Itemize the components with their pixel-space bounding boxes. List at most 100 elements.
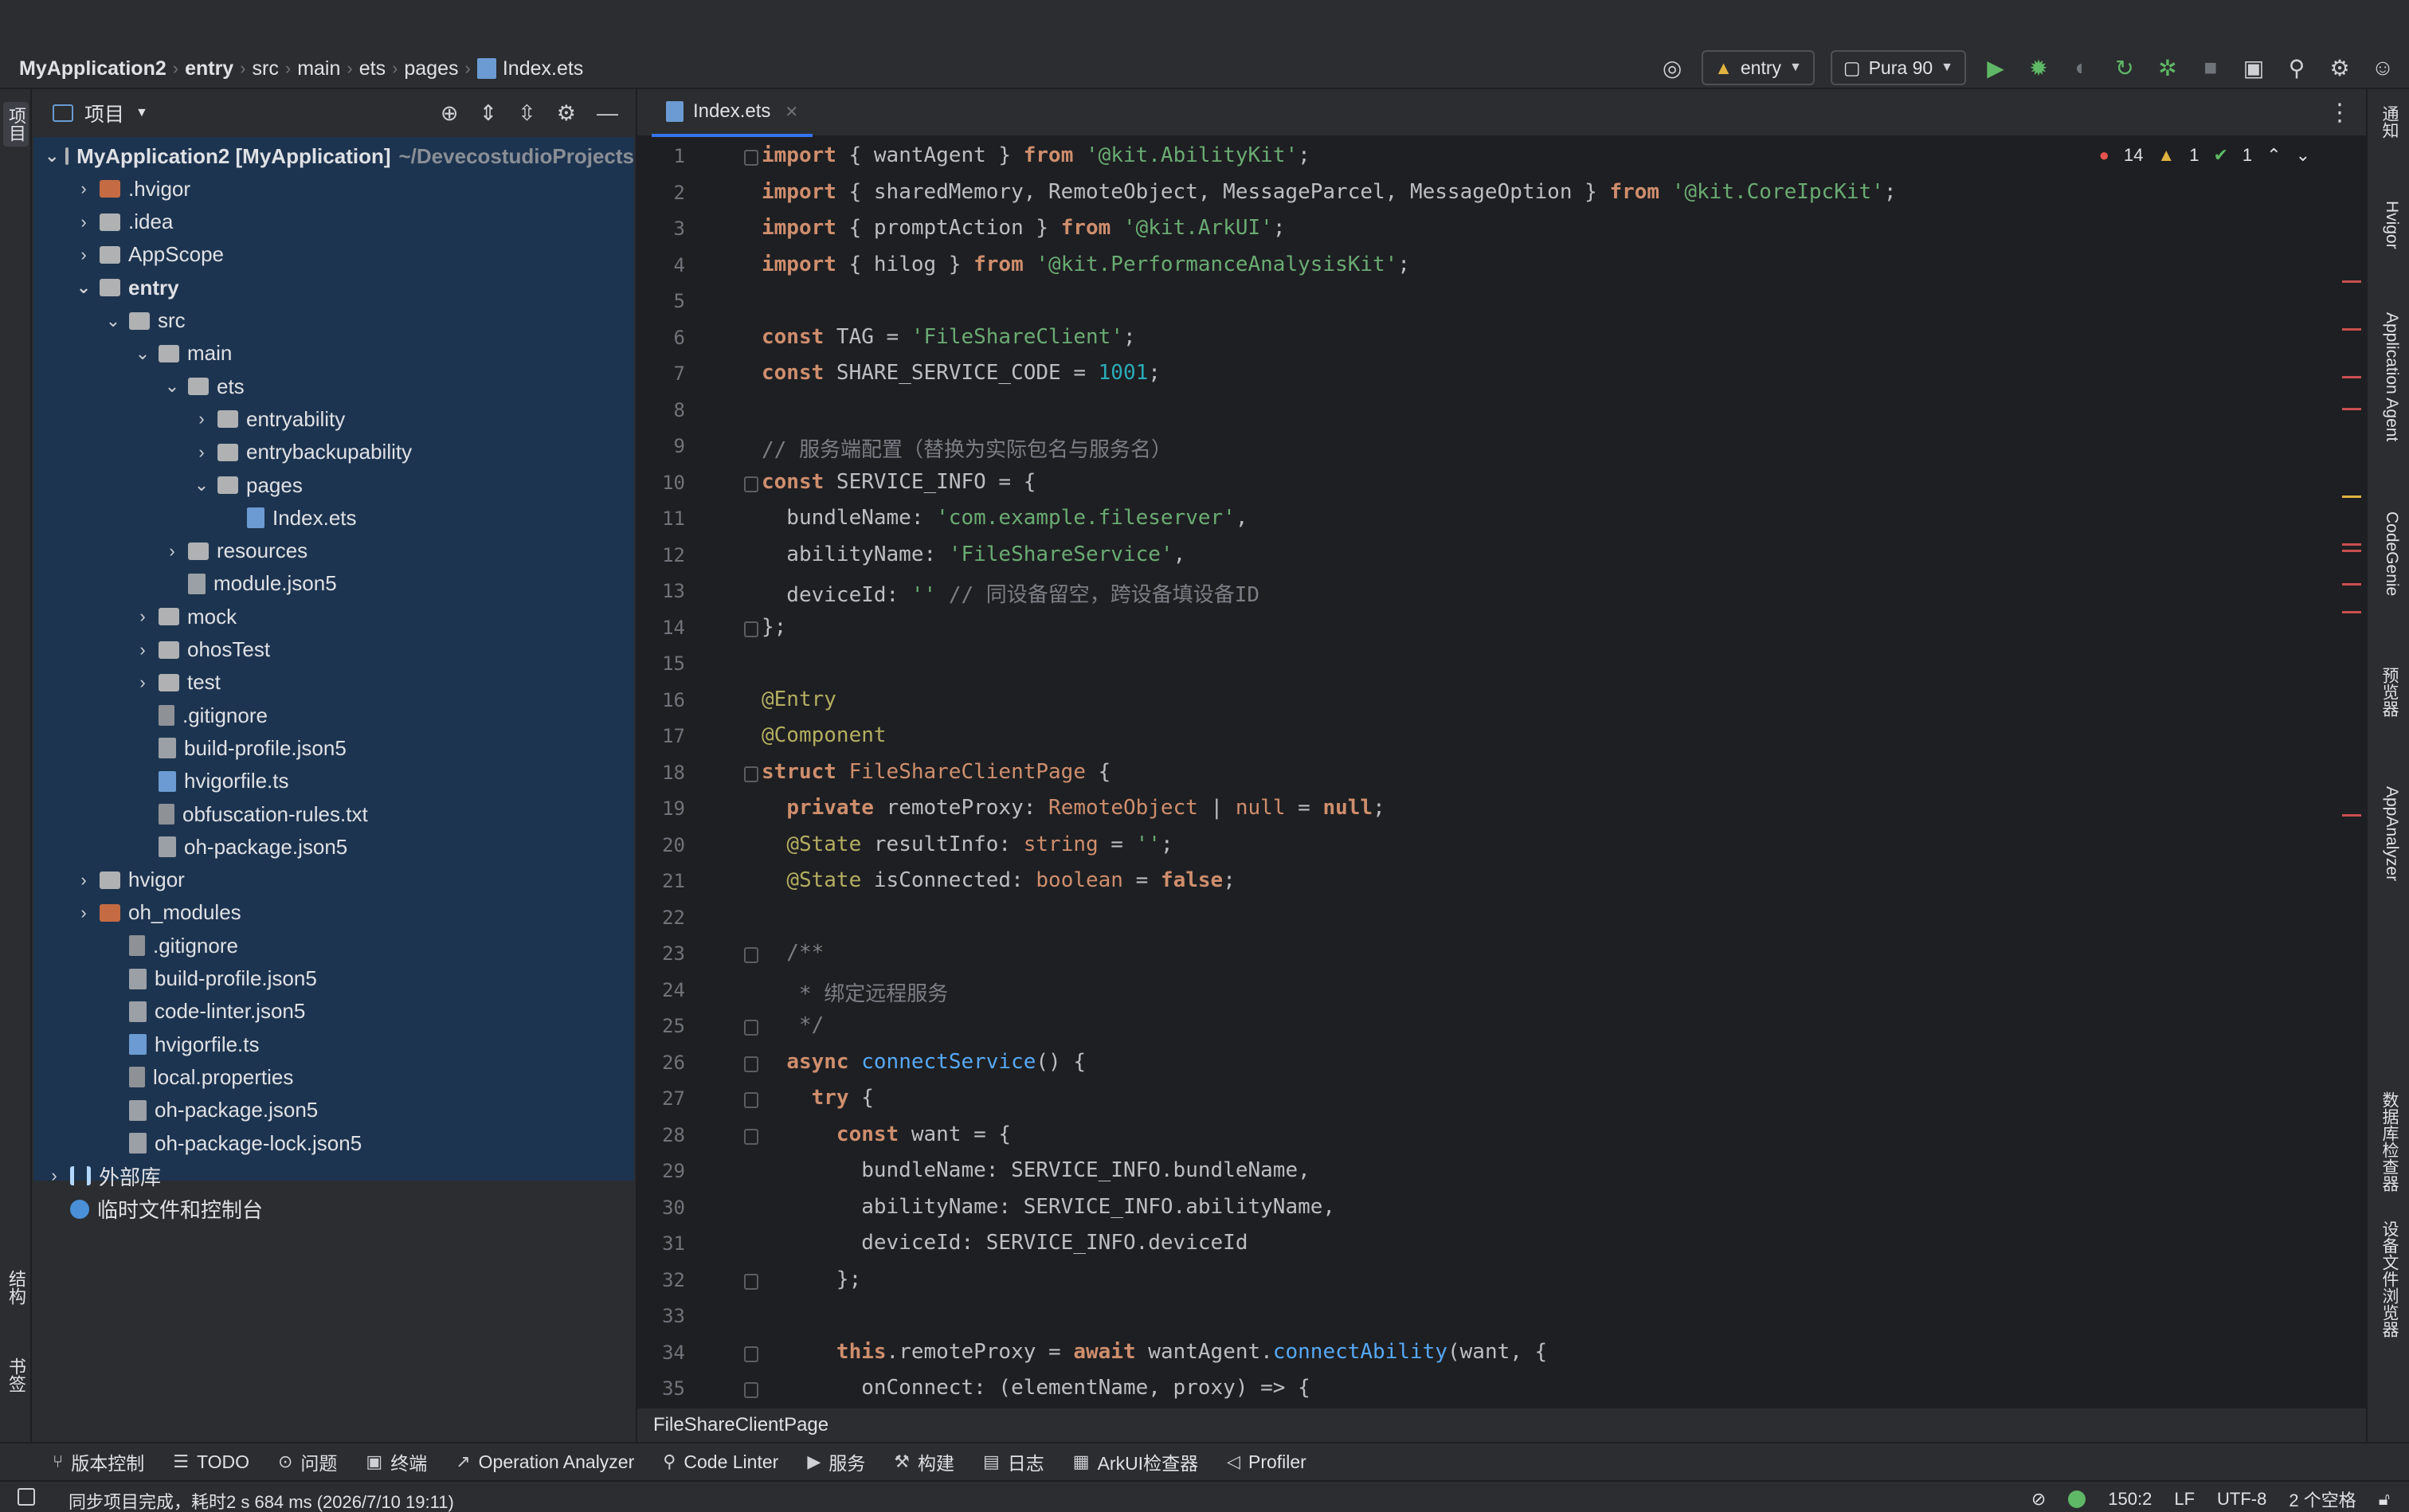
chevron-right-icon[interactable]: › [74, 178, 93, 199]
tree-item[interactable]: › .hvigor [33, 173, 634, 205]
tool-window-2[interactable]: ⊙ 问题 [278, 1448, 337, 1475]
error-mark[interactable] [2342, 280, 2361, 283]
tree-item[interactable]: build-profile.json5 [33, 963, 634, 995]
tree-item[interactable]: › mock [33, 601, 634, 633]
right-strip-button[interactable]: 通知 [2377, 105, 2401, 139]
fold-icon[interactable] [744, 150, 758, 166]
tree-item[interactable]: build-profile.json5 [33, 732, 634, 764]
error-mark[interactable] [2342, 583, 2361, 586]
gear-icon[interactable]: ⚙ [557, 101, 576, 126]
gear-icon[interactable]: ⚙ [2326, 54, 2353, 81]
tree-item[interactable]: › entryability [33, 403, 634, 435]
tree-item[interactable]: › resources [33, 535, 634, 567]
code-line[interactable]: bundleName: SERVICE_INFO.bundleName, [762, 1158, 1310, 1182]
tab-index-ets[interactable]: Index.ets ✕ [652, 89, 813, 137]
tool-window-8[interactable]: ▤ 日志 [983, 1448, 1044, 1475]
strip-project-button[interactable]: 项目 [3, 102, 29, 147]
breadcrumb-item[interactable]: ets [359, 57, 386, 80]
lock-icon[interactable]: 🔓︎ [2379, 1489, 2390, 1510]
breadcrumb-item[interactable]: entry [185, 57, 233, 80]
code-line[interactable]: const want = { [762, 1122, 1011, 1146]
tree-item[interactable]: code-linter.json5 [33, 996, 634, 1028]
code-line[interactable]: this.remoteProxy = await wantAgent.conne… [762, 1340, 1547, 1364]
chevron-right-icon[interactable]: › [192, 442, 211, 463]
line-separator[interactable]: LF [2174, 1489, 2195, 1510]
apply-changes-icon[interactable]: ↻ [2111, 54, 2138, 81]
warning-mark[interactable] [2342, 496, 2361, 498]
profile-icon[interactable]: ◐ [2068, 54, 2095, 81]
toggle-panels-icon[interactable] [18, 1488, 35, 1506]
code-line[interactable]: import { promptAction } from '@kit.ArkUI… [762, 216, 1285, 240]
fold-icon[interactable] [744, 1128, 758, 1145]
chevron-right-icon[interactable]: › [133, 672, 152, 693]
code-line[interactable]: onConnect: (elementName, proxy) => { [762, 1376, 1310, 1400]
no-sync-icon[interactable]: ⊘ [2031, 1489, 2046, 1510]
tree-item[interactable]: › AppScope [33, 239, 634, 271]
code-line[interactable]: @Component [762, 723, 887, 747]
code-line[interactable]: abilityName: 'FileShareService', [762, 543, 1185, 566]
code-line[interactable]: import { wantAgent } from '@kit.AbilityK… [762, 143, 1310, 167]
code-line[interactable]: @State resultInfo: string = ''; [762, 832, 1173, 856]
code-line[interactable]: deviceId: SERVICE_INFO.deviceId [762, 1231, 1248, 1255]
chevron-down-icon[interactable]: ⌄ [163, 376, 182, 397]
error-mark[interactable] [2342, 328, 2361, 331]
attach-debugger-icon[interactable]: ✲ [2154, 54, 2181, 81]
tree-item[interactable]: ⌄ entry [33, 272, 634, 304]
breadcrumb-item[interactable]: pages [404, 57, 458, 80]
minimize-icon[interactable]: — [597, 101, 618, 126]
error-mark[interactable] [2342, 611, 2361, 613]
tree-item[interactable]: 临时文件和控制台 [33, 1193, 634, 1225]
chevron-right-icon[interactable]: › [163, 541, 182, 562]
tool-window-5[interactable]: ⚲ Code Linter [663, 1451, 778, 1473]
search-icon[interactable]: ⚲ [2283, 54, 2310, 81]
code-line[interactable]: // 服务端配置（替换为实际包名与服务名） [762, 433, 1172, 463]
code-line[interactable]: private remoteProxy: RemoteObject | null… [762, 796, 1385, 820]
device-selector[interactable]: ▢ Pura 90 ▼ [1830, 50, 1966, 85]
tree-item[interactable]: › ohosTest [33, 634, 634, 666]
fold-icon[interactable] [744, 1056, 758, 1072]
fold-icon[interactable] [744, 1382, 758, 1398]
chevron-down-icon[interactable]: ⌄ [45, 146, 59, 166]
strip-bookmarks-button[interactable]: 书签 [3, 1357, 29, 1393]
chevron-right-icon[interactable]: › [133, 640, 152, 660]
file-encoding[interactable]: UTF-8 [2217, 1489, 2266, 1510]
crosshair-icon[interactable]: ⊕ [441, 101, 459, 126]
chevron-right-icon[interactable]: › [133, 606, 152, 627]
code-line[interactable]: struct FileShareClientPage { [762, 760, 1110, 784]
right-strip-button[interactable]: 预览器 [2377, 667, 2401, 717]
structure-breadcrumb[interactable]: FileShareClientPage [637, 1407, 2368, 1442]
chevron-down-icon[interactable]: ⌄ [104, 311, 123, 331]
tree-item[interactable]: › entrybackupability [33, 437, 634, 468]
tree-item[interactable]: .gitignore [33, 930, 634, 962]
code-line[interactable]: async connectService() { [762, 1050, 1086, 1074]
tree-item[interactable]: ⌄ src [33, 305, 634, 337]
code-content[interactable]: import { wantAgent } from '@kit.AbilityK… [762, 139, 2196, 1493]
tree-item[interactable]: › 外部库 [33, 1160, 634, 1192]
code-line[interactable]: /** [762, 941, 824, 965]
fold-icon[interactable] [744, 1020, 758, 1036]
fold-icon[interactable] [744, 1092, 758, 1108]
tree-item[interactable]: .gitignore [33, 699, 634, 731]
tree-item[interactable]: oh-package-lock.json5 [33, 1127, 634, 1159]
code-line[interactable]: const SHARE_SERVICE_CODE = 1001; [762, 361, 1161, 385]
fold-icon[interactable] [744, 621, 758, 637]
tool-window-0[interactable]: ⑂ 版本控制 [53, 1448, 144, 1475]
code-line[interactable]: deviceId: '' // 同设备留空，跨设备填设备ID [762, 578, 1259, 608]
tree-item[interactable]: ⌄ ets [33, 370, 634, 402]
tree-item[interactable]: › oh_modules [33, 897, 634, 929]
tree-item[interactable]: › .idea [33, 206, 634, 238]
tree-item[interactable]: ⌄ main [33, 338, 634, 370]
tool-window-4[interactable]: ↗ Operation Analyzer [456, 1451, 634, 1473]
account-icon[interactable]: ☺ [2369, 54, 2396, 81]
tree-item[interactable]: hvigorfile.ts [33, 1028, 634, 1060]
right-strip-button[interactable]: AppAnalyzer [2377, 786, 2401, 881]
tool-window-9[interactable]: ▦ ArkUI检查器 [1073, 1448, 1198, 1475]
fold-icon[interactable] [744, 476, 758, 492]
tool-window-1[interactable]: ☰ TODO [173, 1451, 249, 1473]
tool-window-6[interactable]: ▶ 服务 [807, 1448, 865, 1475]
expand-all-icon[interactable]: ⇕ [480, 101, 498, 126]
module-selector[interactable]: ▲ entry ▼ [1702, 50, 1815, 85]
code-line[interactable]: const TAG = 'FileShareClient'; [762, 325, 1136, 349]
breadcrumb-item[interactable]: main [297, 57, 340, 80]
chevron-down-icon[interactable]: ⌄ [133, 343, 152, 364]
